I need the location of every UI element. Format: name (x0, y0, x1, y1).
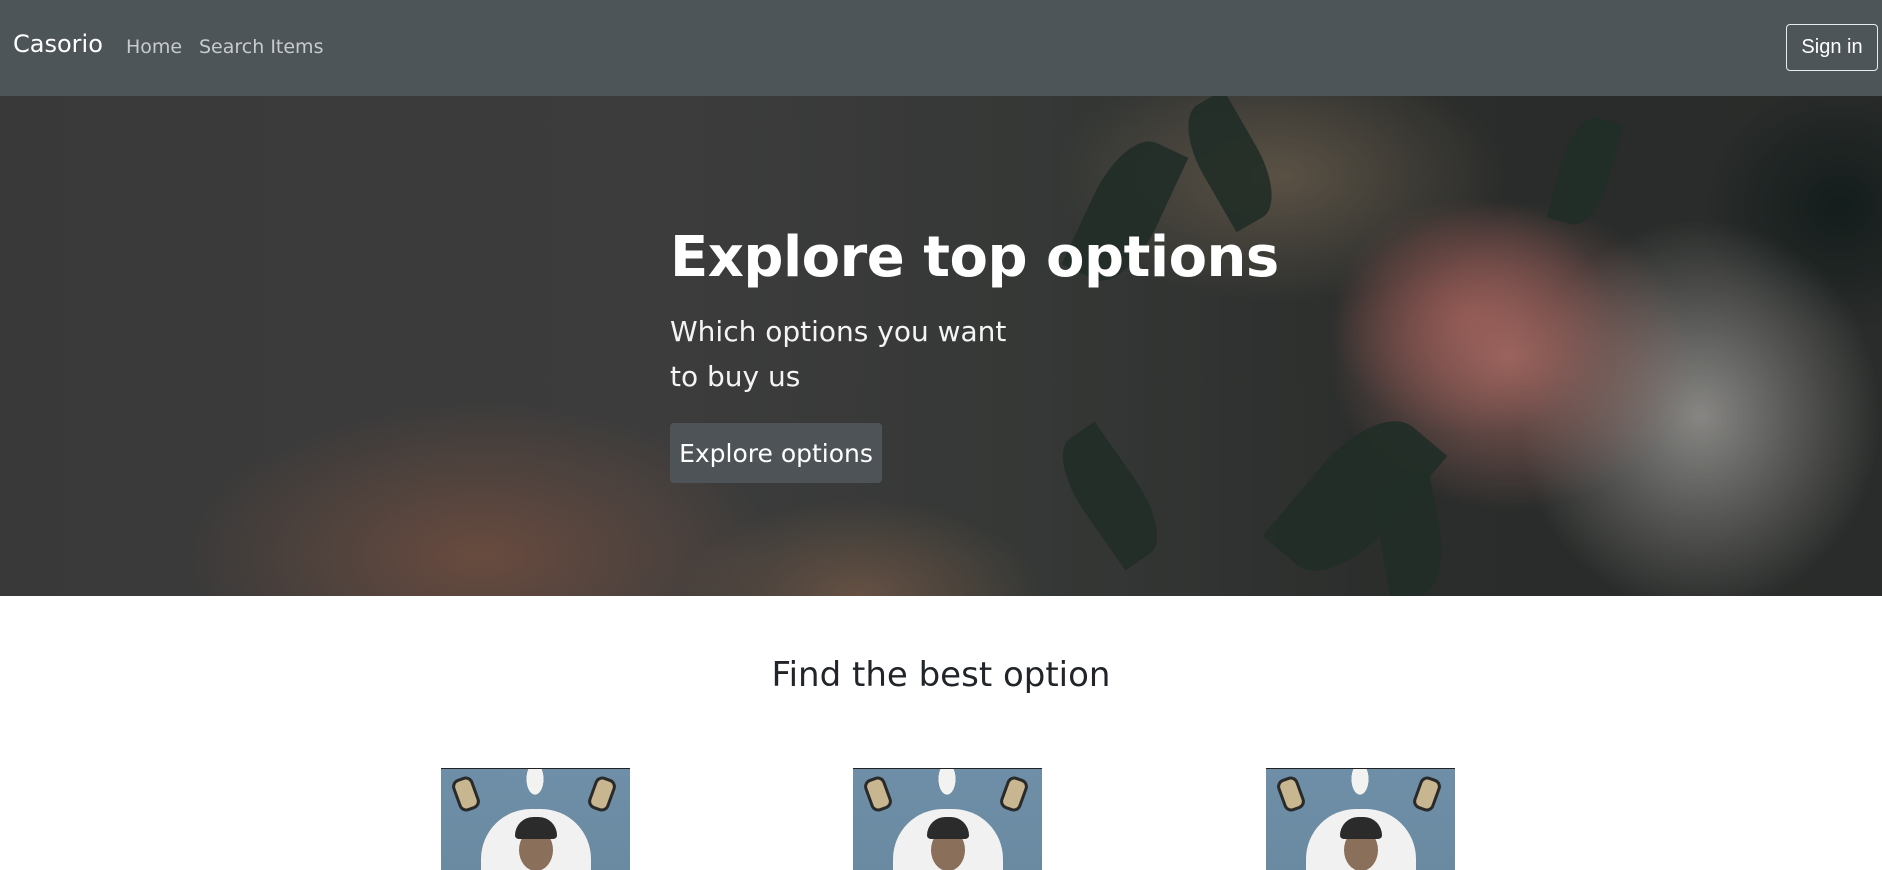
option-card-image[interactable] (441, 768, 630, 870)
glove-icon (1410, 774, 1444, 814)
brand-logo-link[interactable]: Casorio (13, 32, 103, 56)
glove-icon (449, 774, 483, 814)
explore-options-button[interactable]: Explore options (670, 423, 882, 484)
nav-link-search-items[interactable]: Search Items (199, 38, 323, 57)
section-title: Find the best option (771, 655, 1111, 695)
hero-banner: Explore top options Which options you wa… (0, 96, 1882, 596)
top-navbar: Casorio Home Search Items Sign in (0, 0, 1882, 96)
hero-subtitle: Which options you want to buy us (670, 315, 1007, 394)
sign-in-button[interactable]: Sign in (1786, 24, 1878, 71)
option-card-image[interactable] (1266, 768, 1455, 870)
hero-content: Explore top options Which options you wa… (670, 224, 1279, 484)
glove-icon (1274, 774, 1308, 814)
option-card-image[interactable] (853, 768, 1042, 870)
glove-icon (861, 774, 895, 814)
nav-link-home[interactable]: Home (126, 38, 182, 57)
hero-title: Explore top options (670, 225, 1279, 290)
glove-icon (997, 774, 1031, 814)
glove-icon (585, 774, 619, 814)
